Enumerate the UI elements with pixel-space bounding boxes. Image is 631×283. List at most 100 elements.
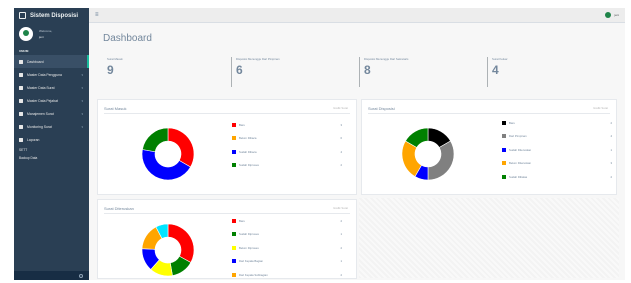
brand-title: Sistem Disposisi — [30, 12, 79, 19]
donut-slice-baru[interactable] — [167, 223, 195, 263]
legend-value: 2 — [610, 174, 612, 179]
desktop-icon — [19, 124, 23, 129]
legend-label: Sudah Diproses — [239, 163, 259, 168]
table-icon — [19, 98, 23, 103]
sidebar-subitem-backup[interactable]: Backup Data — [14, 154, 89, 162]
sidebar-item-manajemen-surat[interactable]: Manajemen Surat ▾ — [14, 107, 89, 120]
page-title: Dashboard — [103, 33, 152, 44]
legend-item: Sudah Diproses 1 — [232, 228, 342, 242]
stat-tile: Surat Masuk 9 — [103, 57, 231, 87]
surat-masuk-legend: Baru 3 Belum Dibaca 0 Sudah Dibaca 4 Sudah Dip… — [232, 118, 342, 172]
surat-disposisi-panel: Surat Disposisi Grafik Surat Baru 2 Dari P… — [361, 99, 617, 195]
sidebar-item-master-data-surat[interactable]: Master Data Surat ▾ — [14, 81, 89, 94]
stat-value: 6 — [236, 63, 243, 77]
legend-label: Belum Dibaca — [239, 136, 257, 141]
legend-label: Dari Pimpinan — [509, 134, 527, 139]
stat-value: 4 — [492, 63, 499, 77]
legend-value: 3 — [340, 122, 342, 127]
legend-item: Baru 2 — [502, 116, 612, 130]
donut-slice-dari-pimpinan[interactable] — [427, 140, 455, 181]
sidebar-item-master-data-pengguna[interactable]: Master Data Pengguna ▾ — [14, 68, 89, 81]
stat-tiles: Surat Masuk 9 Disposisi Menunggu Dari Pi… — [103, 57, 615, 87]
legend-swatch — [502, 120, 506, 125]
legend-value: 4 — [610, 134, 612, 139]
panel-title: Surat Diteruskan — [104, 206, 134, 211]
sidebar-section-title: UMUM — [19, 49, 29, 53]
stat-tile: Surat Keluar 4 — [487, 57, 615, 87]
legend-label: Dari Kepala Bagian — [239, 259, 264, 264]
sidebar-item-label: Master Data Pengguna — [27, 72, 62, 77]
sidebar-item-label: Master Data Pejabat — [27, 98, 58, 103]
legend-item: Baru 2 — [232, 214, 342, 228]
sidebar-item-label: Manajemen Surat — [27, 111, 54, 116]
user-avatar — [605, 12, 612, 18]
legend-label: Dari Kepala Subbagian — [239, 272, 268, 277]
legend-value: 0 — [340, 136, 342, 141]
donut-slice-baru[interactable] — [167, 127, 195, 168]
legend-item: Belum Dibaca 0 — [232, 132, 342, 146]
legend-item: Belum Diproses 2 — [232, 241, 342, 255]
chevron-down-icon: ▾ — [81, 72, 83, 77]
bar-chart-icon — [19, 137, 23, 142]
legend-item: Belum Diteruskan 3 — [502, 157, 612, 171]
legend-swatch — [232, 149, 236, 154]
legend-swatch — [232, 272, 236, 277]
power-icon[interactable] — [79, 273, 83, 278]
stat-label: Disposisi Menunggu Dari Pimpinan — [236, 57, 280, 61]
legend-label: Belum Diproses — [239, 245, 259, 250]
legend-swatch — [232, 232, 236, 237]
sidebar-item-label: Monitoring Surat — [27, 124, 52, 129]
stat-tile: Disposisi Menunggu Dari Sekretaris 8 — [359, 57, 487, 87]
avatar — [19, 27, 33, 41]
sidebar-footer — [14, 271, 89, 280]
sidebar-item-master-data-pejabat[interactable]: Master Data Pejabat ▾ — [14, 94, 89, 107]
sidebar-item-monitoring-surat[interactable]: Monitoring Surat ▾ — [14, 120, 89, 133]
stat-tile: Disposisi Menunggu Dari Pimpinan 6 — [231, 57, 359, 87]
panel-title: Surat Masuk — [104, 106, 127, 111]
legend-swatch — [232, 259, 236, 264]
profile: Welcome, jeni — [14, 23, 89, 45]
chevron-down-icon: ▾ — [81, 98, 83, 103]
chevron-down-icon: ▾ — [81, 124, 83, 129]
legend-label: Sudah Dibaca — [239, 149, 257, 154]
legend-item: Dari Kepala Subbagian 2 — [232, 268, 342, 282]
panel-subtitle: Grafik Surat — [333, 106, 348, 110]
panel-subtitle: Grafik Surat — [593, 106, 608, 110]
sidebar: Sistem Disposisi Welcome, jeni UMUM Dash… — [14, 8, 89, 280]
welcome-text: Welcome, — [39, 29, 53, 33]
sidebar-subitem-sett[interactable]: SETT — [14, 146, 89, 154]
sidebar-item-label: Laporan — [27, 137, 40, 142]
sidebar-item-label: Master Data Surat — [27, 85, 55, 90]
sidebar-item-laporan[interactable]: Laporan — [14, 133, 89, 146]
legend-item: Sudah Dibalas 2 — [502, 170, 612, 184]
chevron-down-icon: ▾ — [81, 85, 83, 90]
legend-item: Sudah Diteruskan 1 — [502, 143, 612, 157]
legend-value: 2 — [340, 245, 342, 250]
legend-value: 2 — [340, 163, 342, 168]
top-nav: ≡ jeni — [89, 8, 625, 23]
legend-swatch — [232, 245, 236, 250]
legend-swatch — [232, 122, 236, 127]
surat-diteruskan-donut — [141, 223, 195, 277]
legend-item: Dari Kepala Bagian 1 — [232, 255, 342, 269]
paw-icon — [19, 12, 26, 19]
chevron-down-icon: ▾ — [81, 111, 83, 116]
legend-swatch — [232, 218, 236, 223]
legend-swatch — [502, 147, 506, 152]
donut-slice-sudah-diproses[interactable] — [142, 127, 169, 153]
surat-disposisi-legend: Baru 2 Dari Pimpinan 4 Sudah Diteruskan 1 Belu… — [502, 116, 612, 184]
stat-label: Disposisi Menunggu Dari Sekretaris — [364, 57, 409, 61]
user-menu[interactable]: jeni — [605, 12, 619, 18]
stat-label: Surat Keluar — [492, 57, 508, 61]
legend-swatch — [232, 163, 236, 168]
users-icon — [19, 72, 23, 77]
legend-item: Sudah Dibaca 4 — [232, 145, 342, 159]
brand[interactable]: Sistem Disposisi — [14, 8, 89, 23]
menu-toggle-icon[interactable]: ≡ — [95, 12, 99, 18]
legend-swatch — [502, 134, 506, 139]
legend-label: Baru — [239, 218, 245, 223]
legend-item: Baru 3 — [232, 118, 342, 132]
edit-icon — [19, 111, 23, 116]
sidebar-item-label: Dashboard — [27, 59, 44, 64]
sidebar-item-dashboard[interactable]: Dashboard — [14, 55, 89, 68]
